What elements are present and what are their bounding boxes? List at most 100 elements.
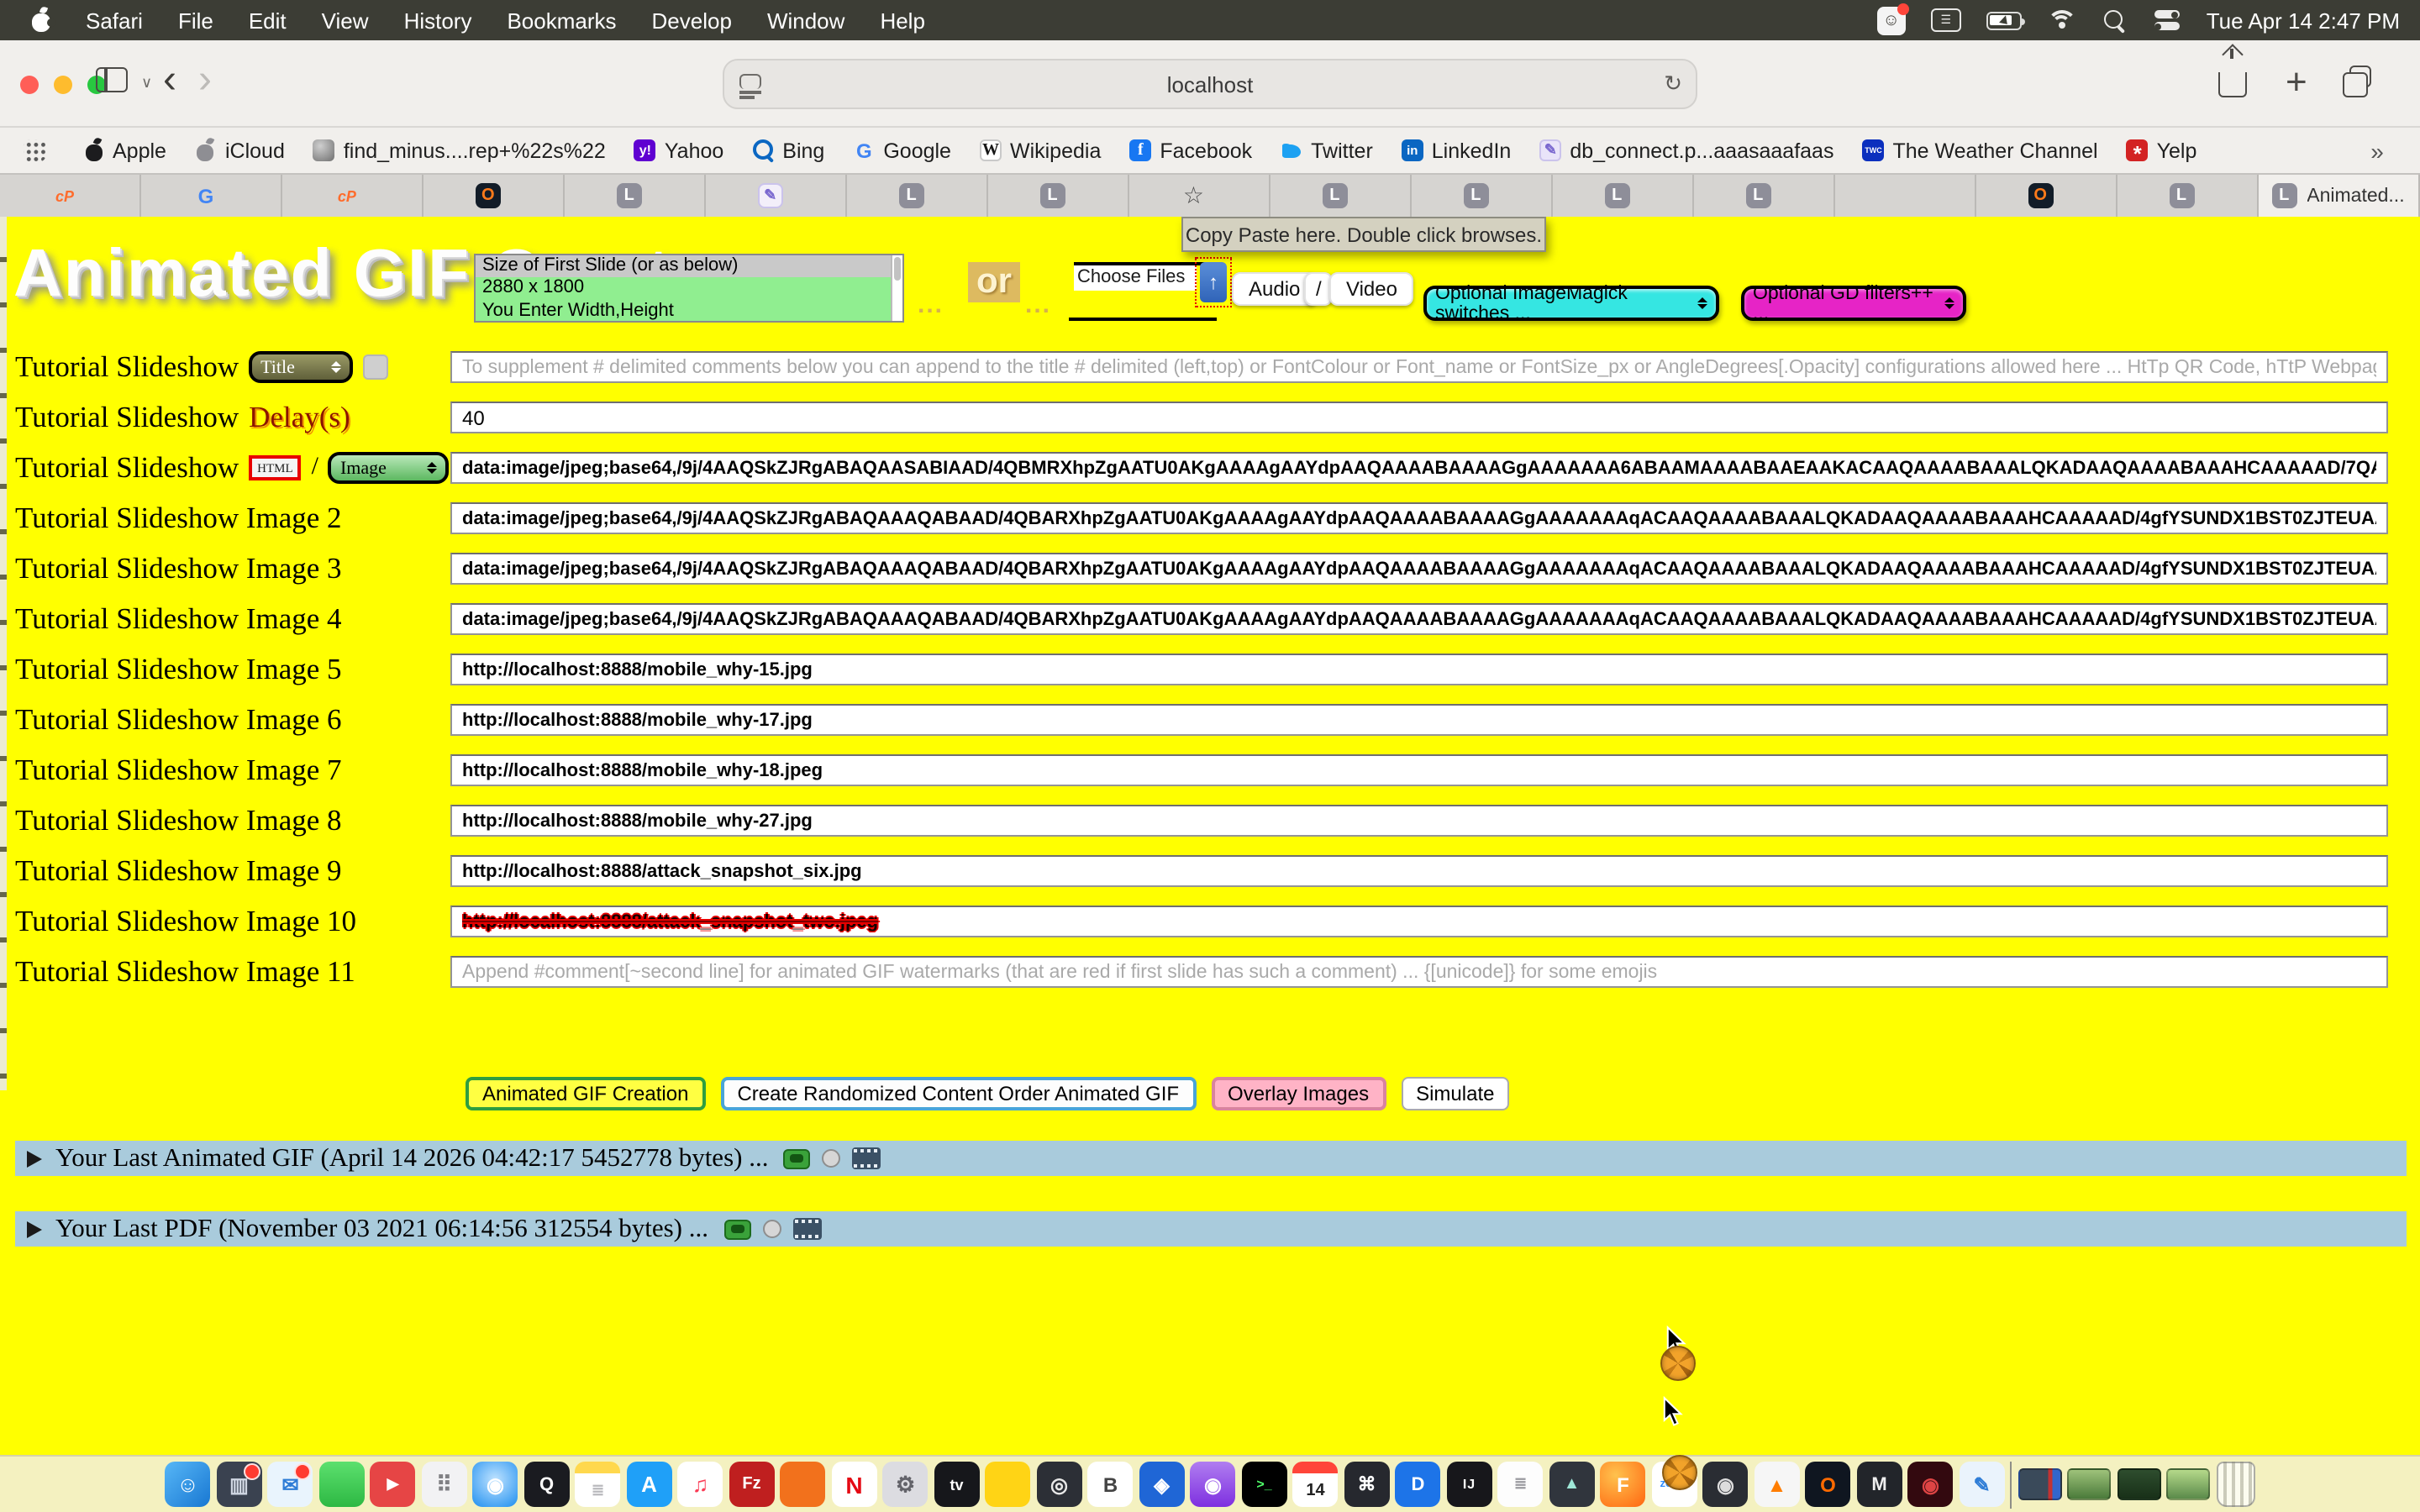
action-button[interactable]: Create Randomized Content Order Animated… bbox=[720, 1077, 1196, 1110]
dock-item[interactable] bbox=[2217, 1462, 2255, 1507]
image-url-input[interactable] bbox=[450, 705, 2388, 737]
imagemagick-select[interactable]: Optional ImageMagick switches ... bbox=[1423, 286, 1719, 321]
browser-tab[interactable] bbox=[141, 175, 282, 217]
bookmark-item[interactable]: db_connect.p...aaasaaafaas bbox=[1539, 139, 1833, 162]
dock-item[interactable]: ▲ bbox=[1549, 1462, 1595, 1507]
browser-tab[interactable] bbox=[424, 175, 565, 217]
dock-item[interactable]: ▶ bbox=[371, 1462, 416, 1507]
menu-item[interactable]: Bookmarks bbox=[507, 8, 616, 33]
image-url-input[interactable] bbox=[450, 856, 2388, 888]
wifi-icon[interactable] bbox=[2047, 9, 2077, 31]
dock-item[interactable]: B bbox=[1088, 1462, 1134, 1507]
control-center-icon[interactable] bbox=[2153, 9, 2181, 31]
share-icon[interactable] bbox=[2218, 62, 2247, 97]
menu-item[interactable]: View bbox=[322, 8, 369, 33]
dock-item[interactable]: ≣ bbox=[1498, 1462, 1544, 1507]
video-button[interactable]: Video bbox=[1329, 272, 1414, 306]
menu-item[interactable]: File bbox=[178, 8, 213, 33]
dock-item[interactable]: ◈ bbox=[1139, 1462, 1185, 1507]
film-icon[interactable] bbox=[852, 1147, 881, 1169]
dock-item[interactable]: ◎ bbox=[1037, 1462, 1082, 1507]
browser-tab[interactable] bbox=[1552, 175, 1693, 217]
dock-item[interactable]: N bbox=[832, 1462, 877, 1507]
dock-item[interactable]: ⚙ bbox=[883, 1462, 929, 1507]
browser-tab[interactable] bbox=[565, 175, 706, 217]
size-select[interactable]: Size of First Slide (or as below) 2880 x… bbox=[474, 254, 904, 323]
bookmark-item[interactable]: iCloud bbox=[195, 139, 285, 162]
action-button[interactable]: Simulate bbox=[1401, 1077, 1509, 1110]
back-icon[interactable] bbox=[163, 57, 176, 104]
image-url-input[interactable] bbox=[450, 906, 2388, 938]
dock-item[interactable] bbox=[986, 1462, 1031, 1507]
bookmark-item[interactable]: Google bbox=[853, 139, 951, 162]
dock-item[interactable] bbox=[319, 1462, 365, 1507]
dock-item[interactable]: ⠿ bbox=[422, 1462, 467, 1507]
bookmark-item[interactable]: The Weather Channel bbox=[1862, 139, 2097, 162]
dock-item[interactable]: ▥ bbox=[217, 1462, 262, 1507]
apple-menu-icon[interactable] bbox=[30, 8, 52, 33]
image-url-input[interactable] bbox=[450, 806, 2388, 837]
film-icon[interactable] bbox=[792, 1218, 821, 1240]
dock-item[interactable]: ◉ bbox=[1191, 1462, 1236, 1507]
search-icon[interactable] bbox=[2102, 8, 2128, 33]
menu-item[interactable]: History bbox=[404, 8, 472, 33]
bookmark-item[interactable]: find_minus....rep+%22s%22 bbox=[313, 139, 606, 162]
image-url-input[interactable] bbox=[450, 503, 2388, 535]
dock-item[interactable]: 14 bbox=[1293, 1462, 1339, 1507]
tab-overview-icon[interactable] bbox=[2349, 66, 2371, 87]
image-url-input[interactable] bbox=[450, 755, 2388, 787]
browser-tab[interactable] bbox=[1834, 175, 1975, 217]
dock-item[interactable]: ⌘ bbox=[1344, 1462, 1390, 1507]
refresh-icon[interactable] bbox=[1664, 71, 1682, 97]
dock-item[interactable]: Fz bbox=[729, 1462, 775, 1507]
disclosure-triangle-icon[interactable] bbox=[27, 1221, 42, 1237]
bookmark-item[interactable]: LinkedIn bbox=[1402, 139, 1512, 162]
image-url-input[interactable] bbox=[450, 554, 2388, 585]
forward-icon[interactable] bbox=[198, 57, 212, 104]
dock-item[interactable]: ▲ bbox=[1754, 1462, 1800, 1507]
dock-item[interactable]: IJ bbox=[1447, 1462, 1492, 1507]
browser-tab[interactable] bbox=[1975, 175, 2117, 217]
menu-item[interactable]: Develop bbox=[652, 8, 732, 33]
menu-item[interactable]: Edit bbox=[249, 8, 287, 33]
dock-item[interactable]: tv bbox=[934, 1462, 980, 1507]
upload-arrow-icon[interactable]: ↑ bbox=[1195, 257, 1232, 307]
bookmark-item[interactable] bbox=[24, 139, 54, 161]
size-option-value[interactable]: 2880 x 1800 bbox=[476, 278, 902, 301]
size-select-scrollbar[interactable] bbox=[891, 255, 902, 321]
dock-item[interactable] bbox=[2118, 1468, 2161, 1500]
menu-item[interactable]: Safari bbox=[86, 8, 143, 33]
dock-item[interactable]: A bbox=[627, 1462, 672, 1507]
gd-filters-select[interactable]: Optional GD filters++ ... bbox=[1741, 286, 1966, 321]
image-url-input[interactable] bbox=[450, 604, 2388, 636]
minimize-window-button[interactable] bbox=[54, 76, 72, 94]
browser-tab[interactable] bbox=[847, 175, 988, 217]
url-text[interactable]: localhost bbox=[724, 71, 1696, 97]
image-url-input[interactable] bbox=[450, 654, 2388, 686]
new-tab-icon[interactable] bbox=[2286, 60, 2307, 104]
browser-tab[interactable] bbox=[2117, 175, 2258, 217]
battery-icon[interactable] bbox=[1986, 11, 2022, 29]
action-button[interactable]: Animated GIF Creation bbox=[466, 1077, 705, 1110]
dock-item[interactable]: Q bbox=[524, 1462, 570, 1507]
dock-item[interactable] bbox=[2068, 1468, 2112, 1500]
gif-file-icon[interactable] bbox=[783, 1148, 810, 1168]
browser-tab[interactable] bbox=[1693, 175, 1834, 217]
bookmark-item[interactable]: Wikipedia bbox=[980, 139, 1101, 162]
dock-item[interactable]: M bbox=[1857, 1462, 1902, 1507]
browser-tab[interactable] bbox=[1270, 175, 1411, 217]
dock-item[interactable]: ✎ bbox=[1960, 1462, 2005, 1507]
dock-item[interactable]: >_ bbox=[1242, 1462, 1287, 1507]
browser-tab[interactable] bbox=[1129, 175, 1270, 217]
bookmark-item[interactable]: Twitter bbox=[1281, 139, 1373, 162]
browser-tab[interactable]: Animated... bbox=[2258, 175, 2420, 217]
dock-item[interactable] bbox=[2011, 1461, 2012, 1508]
image-1-input[interactable] bbox=[450, 453, 2388, 485]
dock-item[interactable] bbox=[2167, 1468, 2211, 1500]
dock-item[interactable]: ✉ bbox=[268, 1462, 313, 1507]
keyboard-icon[interactable] bbox=[1931, 8, 1961, 32]
menu-clock[interactable]: Tue Apr 14 2:47 PM bbox=[2207, 8, 2400, 33]
size-option-header[interactable]: Size of First Slide (or as below) bbox=[476, 255, 902, 278]
dock-item[interactable]: ◉ bbox=[1908, 1462, 1954, 1507]
sidebar-icon[interactable] bbox=[96, 67, 128, 92]
